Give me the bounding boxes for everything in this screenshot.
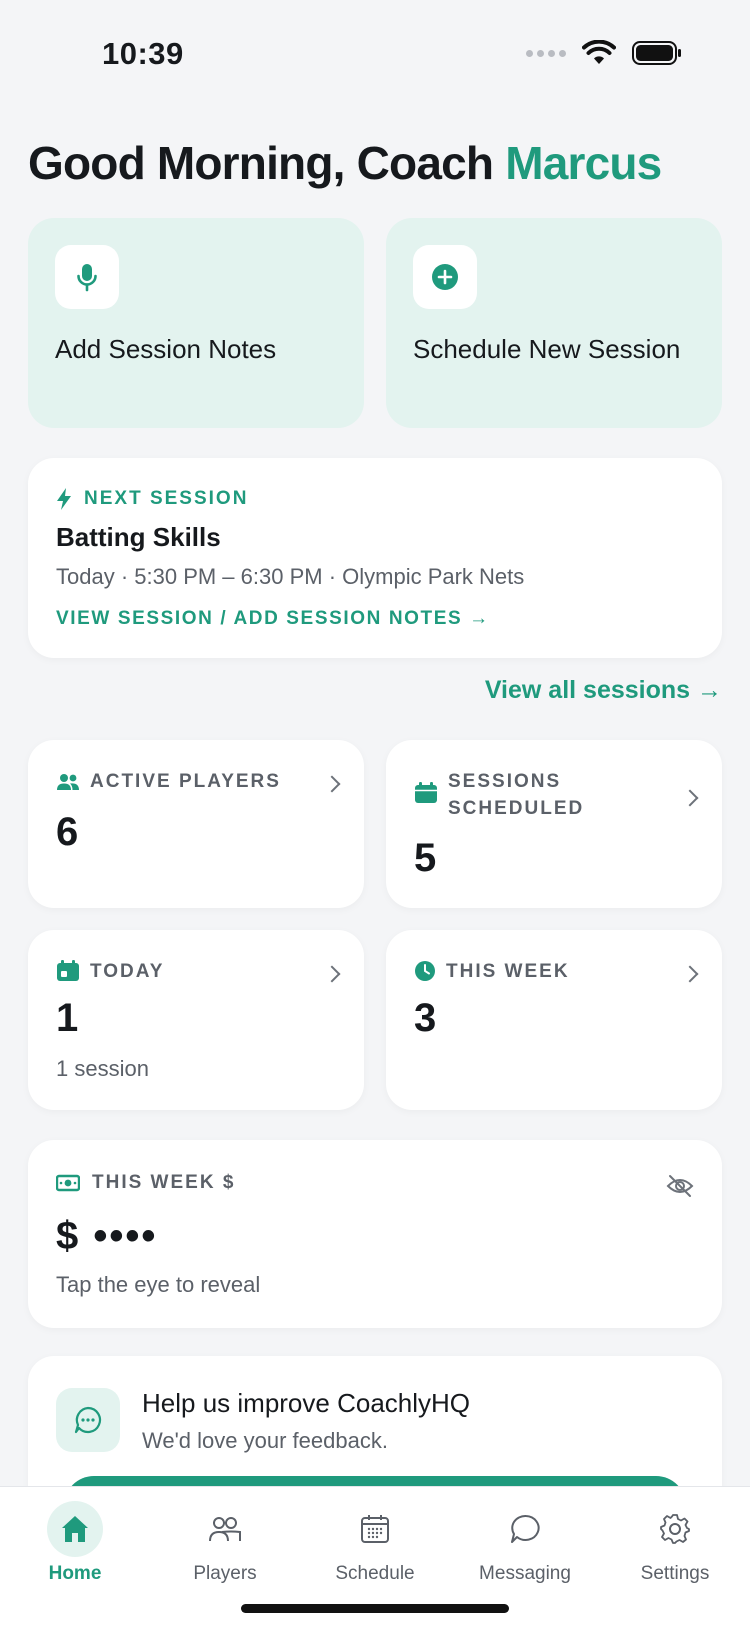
sessions-scheduled-value: 5 [414,836,437,880]
users-icon [57,774,79,790]
tab-schedule[interactable]: Schedule [300,1501,450,1585]
schedule-new-session-button[interactable]: Schedule New Session [386,218,722,428]
sessions-scheduled-card[interactable]: SESSIONS SCHEDULED 5 [386,740,722,908]
tab-home-label: Home [48,1563,102,1584]
active-players-header: ACTIVE PLAYERS [56,768,281,795]
next-session-card[interactable]: NEXT SESSION Batting Skills Today · 5:30… [28,458,722,658]
active-players-card[interactable]: ACTIVE PLAYERS 6 [28,740,364,908]
weekly-earnings-card: THIS WEEK $ $ •••• Tap the eye to reveal [28,1140,722,1328]
chat-bubble-icon [56,1388,120,1452]
earnings-label: THIS WEEK $ [92,1172,236,1193]
next-session-eyebrow: NEXT SESSION [56,488,248,510]
view-all-sessions-link[interactable]: View all sessions → [485,676,722,705]
today-value: 1 [56,996,79,1040]
greeting-prefix: Good Morning, Coach [28,137,506,189]
money-icon [56,1174,80,1192]
status-time: 10:39 [102,36,184,71]
sessions-scheduled-label-2: SCHEDULED [448,798,585,819]
this-week-card[interactable]: THIS WEEK 3 [386,930,722,1110]
coach-name: Marcus [505,137,662,189]
status-icons [526,40,682,66]
tab-players[interactable]: Players [150,1501,300,1585]
today-sub: 1 session [56,1056,149,1081]
chevron-right-icon [323,775,341,793]
page-title: Good Morning, Coach Marcus [28,136,662,190]
today-card[interactable]: TODAY 1 1 session [28,930,364,1110]
this-week-header: THIS WEEK [414,958,570,985]
schedule-new-session-label: Schedule New Session [413,334,681,364]
next-session-label: NEXT SESSION [84,488,249,509]
chevron-right-icon [681,789,699,807]
add-session-notes-button[interactable]: Add Session Notes [28,218,364,428]
schedule-icon [347,1501,403,1557]
chevron-right-icon [323,965,341,983]
eye-off-icon [666,1175,694,1197]
battery-icon [632,41,681,65]
plus-circle-icon [413,245,477,309]
feedback-title: Help us improve CoachlyHQ [142,1388,471,1418]
tab-settings-label: Settings [640,1563,710,1584]
tab-messaging-label: Messaging [479,1563,571,1584]
tab-messaging[interactable]: Messaging [450,1501,600,1585]
add-session-notes-label: Add Session Notes [55,334,277,364]
home-icon [47,1501,103,1557]
feedback-subtitle: We'd love your feedback. [142,1428,388,1453]
gear-icon [647,1501,703,1557]
tab-players-label: Players [193,1563,257,1584]
clock-icon [415,961,435,981]
next-session-title: Batting Skills [56,522,221,552]
home-indicator [241,1604,509,1613]
lightning-icon [57,488,71,510]
players-icon [197,1501,253,1557]
chat-icon [497,1501,553,1557]
tab-home[interactable]: Home [0,1501,150,1585]
calendar-today-icon [57,960,79,981]
today-label: TODAY [90,961,165,982]
chevron-right-icon [681,965,699,983]
status-bar: 10:39 [0,0,750,100]
microphone-icon [55,245,119,309]
tab-settings[interactable]: Settings [600,1501,750,1585]
earnings-header: THIS WEEK $ [56,1172,235,1194]
active-players-label: ACTIVE PLAYERS [90,771,281,792]
wifi-icon [582,40,616,64]
sessions-scheduled-label-1: SESSIONS [448,771,562,792]
sessions-scheduled-header: SESSIONS SCHEDULED [414,768,584,822]
calendar-icon [415,782,437,803]
this-week-label: THIS WEEK [446,961,570,982]
next-session-details: Today · 5:30 PM – 6:30 PM · Olympic Park… [56,564,525,589]
reveal-earnings-button[interactable] [666,1174,694,1203]
cellular-signal-icon [526,49,566,57]
earnings-hint: Tap the eye to reveal [56,1272,261,1297]
this-week-value: 3 [414,996,437,1040]
tab-schedule-label: Schedule [335,1563,415,1584]
view-session-link[interactable]: VIEW SESSION / ADD SESSION NOTES → [56,608,490,630]
today-header: TODAY [56,958,164,985]
earnings-value: $ •••• [56,1214,158,1258]
active-players-value: 6 [56,810,79,854]
